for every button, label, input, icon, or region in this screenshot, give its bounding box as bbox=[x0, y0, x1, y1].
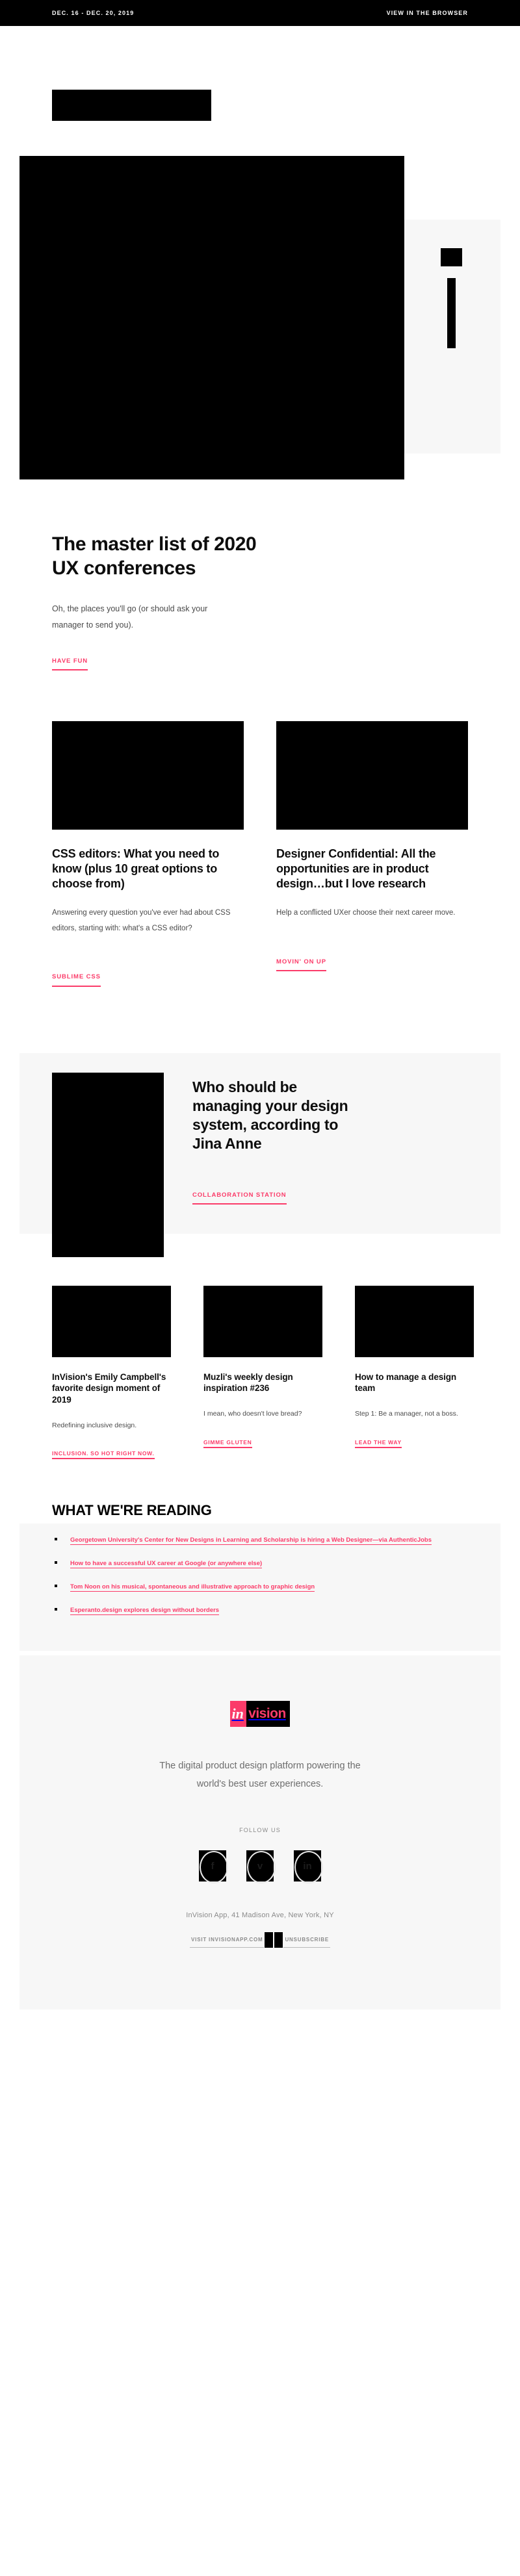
story-card-image[interactable] bbox=[276, 721, 468, 830]
follow-us-label: FOLLOW US bbox=[239, 1827, 281, 1834]
invision-logo-in: in bbox=[230, 1700, 247, 1727]
reading-link[interactable]: Georgetown University's Center for New D… bbox=[70, 1537, 432, 1546]
hero-section bbox=[0, 131, 520, 529]
bullet-icon bbox=[55, 1538, 57, 1541]
lead-story-dek: Oh, the places you'll go (or should ask … bbox=[52, 604, 208, 630]
feature-story-image[interactable] bbox=[52, 1072, 164, 1257]
newsletter-date-range: DEC. 16 - DEC. 20, 2019 bbox=[52, 10, 135, 16]
invision-logo-vision: vision bbox=[246, 1700, 290, 1727]
linkedin-icon[interactable]: in bbox=[294, 1850, 323, 1884]
story-card-cta[interactable]: LEAD THE WAY bbox=[355, 1438, 402, 1448]
footer-tagline: The digital product design platform powe… bbox=[159, 1760, 361, 1790]
reading-link[interactable]: Esperanto.design explores design without… bbox=[70, 1606, 220, 1615]
bullet-icon bbox=[55, 1561, 57, 1564]
lead-story-title: The master list of 2020 UX conferences bbox=[52, 533, 257, 579]
reading-link[interactable]: Tom Noon on his musical, spontaneous and… bbox=[70, 1583, 315, 1592]
story-card-cta[interactable]: GIMME GLUTEN bbox=[203, 1438, 252, 1448]
twitter-icon[interactable]: ᴠ bbox=[246, 1850, 276, 1884]
story-card-title: CSS editors: What you need to know (plus… bbox=[52, 847, 220, 891]
reading-section-heading: WHAT WE'RE READING bbox=[52, 1501, 212, 1518]
story-card-title: Muzli's weekly design inspiration #236 bbox=[203, 1371, 293, 1394]
reading-link[interactable]: How to have a successful UX career at Go… bbox=[70, 1560, 263, 1569]
story-card-image[interactable] bbox=[52, 1285, 171, 1357]
story-card-dek: Answering every question you've ever had… bbox=[52, 909, 231, 932]
two-column-stories-section: CSS editors: What you need to know (plus… bbox=[0, 721, 520, 987]
footer: in vision The digital product design pla… bbox=[20, 1655, 500, 2010]
story-card: Muzli's weekly design inspiration #236 I… bbox=[203, 1285, 322, 1460]
hero-accent-square bbox=[441, 248, 462, 266]
invision-footer-logo[interactable]: in vision bbox=[230, 1700, 290, 1727]
list-item: Georgetown University's Center for New D… bbox=[52, 1533, 468, 1548]
list-item: Tom Noon on his musical, spontaneous and… bbox=[52, 1580, 468, 1594]
lead-story-section: The master list of 2020 UX conferences O… bbox=[0, 533, 520, 671]
story-card-dek: Redefining inclusive design. bbox=[52, 1421, 137, 1429]
visit-invisionapp-link[interactable]: VISIT INVISIONAPP.COM bbox=[190, 1932, 265, 1948]
story-card-title: How to manage a design team bbox=[355, 1371, 457, 1394]
story-card-image[interactable] bbox=[52, 721, 244, 830]
reading-link-list: Georgetown University's Center for New D… bbox=[52, 1533, 468, 1617]
view-in-browser-link[interactable]: VIEW IN THE BROWSER bbox=[387, 10, 468, 16]
story-card-cta[interactable]: MOVIN' ON UP bbox=[276, 956, 326, 971]
unsubscribe-link[interactable]: UNSUBSCRIBE bbox=[283, 1932, 330, 1948]
story-card-image[interactable] bbox=[203, 1285, 322, 1357]
masthead bbox=[0, 26, 520, 121]
story-card-title: Designer Confidential: All the opportuni… bbox=[276, 847, 436, 891]
story-card: CSS editors: What you need to know (plus… bbox=[52, 721, 244, 987]
company-address: InVision App, 41 Madison Ave, New York, … bbox=[186, 1911, 334, 1920]
story-card-dek: I mean, who doesn't love bread? bbox=[203, 1410, 302, 1418]
list-item: Esperanto.design explores design without… bbox=[52, 1603, 468, 1618]
feature-story-section: Who should be managing your design syste… bbox=[0, 1044, 520, 1258]
bullet-icon bbox=[55, 1607, 57, 1611]
story-card: Designer Confidential: All the opportuni… bbox=[276, 721, 468, 986]
lead-story-cta[interactable]: HAVE FUN bbox=[52, 656, 88, 671]
hero-image[interactable] bbox=[20, 156, 404, 479]
story-card-dek: Help a conflicted UXer choose their next… bbox=[276, 909, 456, 917]
social-links-row: f ᴠ in bbox=[20, 1850, 500, 1884]
story-card: InVision's Emily Campbell's favorite des… bbox=[52, 1285, 171, 1460]
what-were-reading-section: WHAT WE'RE READING Georgetown University… bbox=[0, 1501, 520, 1651]
three-column-stories-section: InVision's Emily Campbell's favorite des… bbox=[0, 1285, 520, 1460]
linkedin-glyph: in bbox=[303, 1860, 312, 1872]
story-card-image[interactable] bbox=[355, 1285, 474, 1357]
facebook-icon[interactable]: f bbox=[199, 1850, 228, 1884]
bullet-icon bbox=[55, 1584, 57, 1587]
story-card: How to manage a design team Step 1: Be a… bbox=[355, 1285, 474, 1460]
feature-story-title: Who should be managing your design syste… bbox=[192, 1078, 348, 1153]
feature-story-cta[interactable]: COLLABORATION STATION bbox=[192, 1190, 287, 1205]
list-item: How to have a successful UX career at Go… bbox=[52, 1557, 468, 1571]
twitter-glyph: ᴠ bbox=[257, 1860, 263, 1872]
story-card-dek: Step 1: Be a manager, not a boss. bbox=[355, 1410, 458, 1418]
top-utility-bar: DEC. 16 - DEC. 20, 2019 VIEW IN THE BROW… bbox=[0, 0, 520, 26]
invision-masthead-logo[interactable] bbox=[52, 90, 211, 121]
story-card-cta[interactable]: INCLUSION. SO HOT RIGHT NOW. bbox=[52, 1450, 155, 1460]
story-card-cta[interactable]: SUBLIME CSS bbox=[52, 971, 101, 987]
footer-separator-block bbox=[274, 1932, 283, 1948]
hero-accent-bar bbox=[447, 278, 456, 348]
footer-links-row: VISIT INVISIONAPP.COM UNSUBSCRIBE bbox=[20, 1932, 500, 1948]
facebook-glyph: f bbox=[211, 1860, 214, 1872]
footer-separator-block bbox=[265, 1932, 274, 1948]
story-card-title: InVision's Emily Campbell's favorite des… bbox=[52, 1371, 166, 1405]
